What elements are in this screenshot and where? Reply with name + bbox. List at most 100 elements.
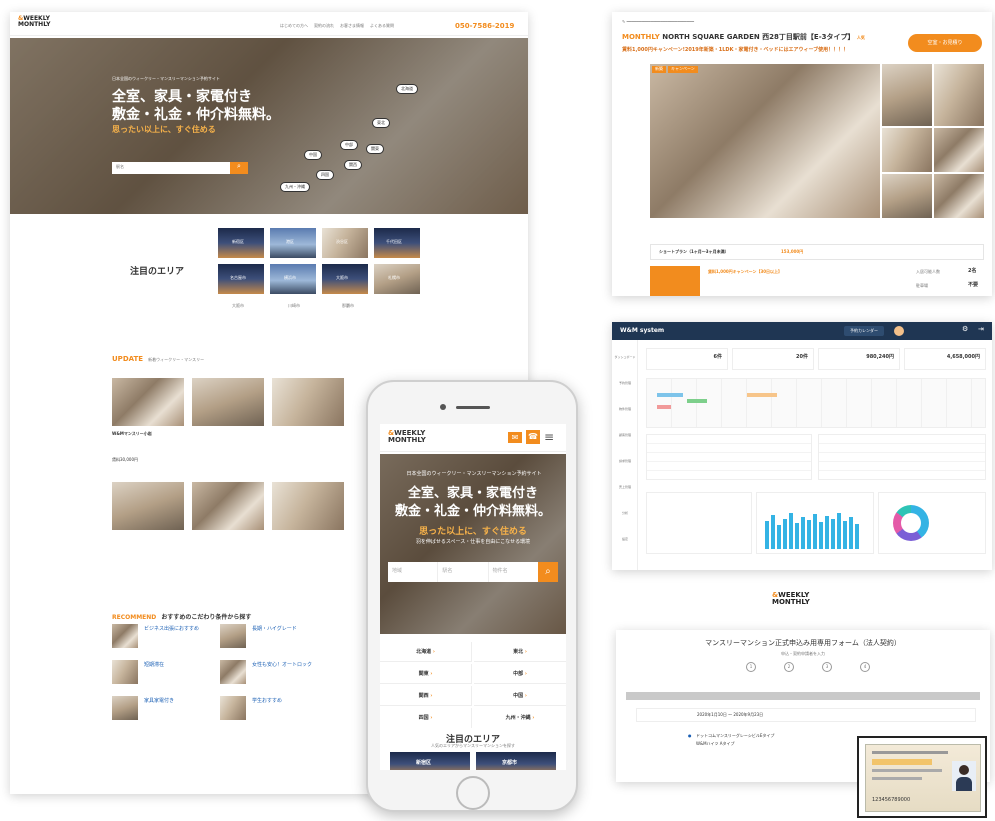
listing-name: W&Mマンスリー小岩 — [112, 431, 152, 436]
listing-card[interactable] — [192, 482, 264, 530]
map-pin-tohoku[interactable]: 東北 — [372, 118, 390, 128]
area-tile[interactable]: 名古屋市 — [218, 264, 264, 294]
phone-icon[interactable]: ☎ — [526, 430, 540, 444]
listing-card[interactable] — [192, 378, 264, 426]
region-button[interactable]: 中国 › — [474, 686, 566, 706]
sidebar-item[interactable]: 顧客管理 — [613, 433, 637, 438]
sidebar-item[interactable]: 請求管理 — [613, 459, 637, 464]
area-tile[interactable]: 横浜市 — [270, 264, 316, 294]
form-title: マンスリーマンション正式申込み用専用フォーム（法人契約） — [705, 639, 901, 647]
form-property-field[interactable]: ● ドットコムマンスリーグレーシビルEタイプ W&Mハイツ Aタイプ — [636, 730, 856, 750]
search-icon[interactable]: ⌕ — [537, 562, 558, 582]
region-button[interactable]: 中部 › — [474, 664, 566, 684]
hero-subline: 思ったい以上に、すぐ住める — [112, 125, 216, 134]
site-logo[interactable]: &WEEKLY MONTHLY — [18, 16, 50, 28]
mobile-hero-sub: 思った以上に、すぐ住める — [419, 527, 527, 537]
area-tile[interactable]: 渋谷区 — [322, 228, 368, 258]
listing-price: 賃料30,000円 — [112, 457, 138, 462]
recommend-grid: ビジネス出張におすすめ 長期・ハイグレード 短期滞在 女性も安心！オートロック … — [112, 624, 372, 734]
region-field[interactable]: 地域 — [388, 562, 439, 582]
form-section-bar — [626, 692, 980, 700]
admin-sidebar: ダッシュボード 予約管理 物件管理 顧客管理 請求管理 売上管理 分析 設定 — [612, 340, 638, 570]
mobile-header: &WEEKLY MONTHLY ✉ ☎ ≡ — [380, 424, 566, 452]
avatar[interactable] — [894, 326, 904, 336]
sidebar-item[interactable]: 分析 — [613, 511, 637, 516]
listing-card[interactable] — [272, 482, 344, 530]
detail-thumb[interactable] — [882, 64, 932, 126]
detail-thumb[interactable] — [934, 64, 984, 126]
sidebar-item[interactable]: ダッシュボード — [613, 355, 637, 360]
sidebar-item[interactable]: 設定 — [613, 537, 637, 542]
nav-item-guide[interactable]: はじめての方へ — [280, 23, 308, 29]
form-step: 1 — [746, 662, 756, 672]
nav-item-faq[interactable]: よくある質問 — [370, 23, 394, 29]
form-step: 4 — [860, 662, 870, 672]
settings-icon[interactable]: ⚙ — [962, 325, 968, 333]
calendar-button[interactable]: 予約カレンダー — [844, 326, 884, 336]
recommend-item[interactable]: 短期滞在 — [144, 662, 164, 668]
form-date-field[interactable]: 2020年1月10日 〜 2020年9月23日 — [636, 708, 976, 722]
area-link[interactable]: 大阪市 — [232, 303, 244, 309]
map-pin-kansai[interactable]: 関西 — [344, 160, 362, 170]
property-field[interactable]: 物件名 — [489, 562, 538, 582]
detail-thumb[interactable] — [882, 174, 932, 218]
map-pin-kanto[interactable]: 関東 — [366, 144, 384, 154]
recommend-item[interactable]: 長期・ハイグレード — [252, 626, 297, 632]
sidebar-item[interactable]: 物件管理 — [613, 407, 637, 412]
nav-item-flow[interactable]: 契約の流れ — [314, 23, 334, 29]
area-link[interactable]: 那覇市 — [342, 303, 354, 309]
menu-icon[interactable]: ≡ — [544, 431, 554, 443]
recommend-item[interactable]: ビジネス出張におすすめ — [144, 626, 199, 632]
detail-thumb[interactable] — [882, 128, 932, 172]
recommend-item[interactable]: 家具家電付き — [144, 698, 174, 704]
mobile-hero-caption: 羽を伸ばせるスペース・仕事を自由にこなせる環境 — [415, 539, 531, 545]
recommend-item[interactable]: 学生おすすめ — [252, 698, 282, 704]
sidebar-item[interactable]: 売上管理 — [613, 485, 637, 490]
admin-dashboard-preview: W&M system 予約カレンダー ⚙ ⇥ ダッシュボード 予約管理 物件管理… — [612, 322, 992, 570]
form-step: 3 — [822, 662, 832, 672]
listing-card[interactable] — [272, 378, 344, 426]
map-pin-chugoku[interactable]: 中国 — [304, 150, 322, 160]
stat-card: 6件 — [646, 348, 728, 370]
hero-search-input[interactable]: 駅名 — [112, 162, 230, 174]
station-field[interactable]: 駅名 — [438, 562, 489, 582]
recommend-item[interactable]: 女性も安心！オートロック — [252, 662, 312, 668]
area-tile[interactable]: 札幌市 — [374, 264, 420, 294]
area-link[interactable]: 川崎市 — [288, 303, 300, 309]
detail-thumb[interactable] — [934, 128, 984, 172]
map-pin-chubu[interactable]: 中部 — [340, 140, 358, 150]
search-icon[interactable]: ⌕ — [230, 162, 248, 174]
phone-camera — [440, 404, 446, 410]
phone-home-button[interactable] — [456, 776, 490, 810]
nav-item-customer[interactable]: お客さま情報 — [340, 23, 364, 29]
mobile-area-tile[interactable]: 京都市 — [476, 752, 556, 770]
region-button[interactable]: 北海道 › — [380, 642, 472, 662]
area-tile[interactable]: 港区 — [270, 228, 316, 258]
campaign-block — [650, 266, 700, 296]
region-button[interactable]: 関東 › — [380, 664, 472, 684]
admin-brand: W&M system — [620, 327, 665, 334]
region-button[interactable]: 四国 › — [380, 708, 472, 728]
region-button[interactable]: 関西 › — [380, 686, 472, 706]
listing-card[interactable] — [112, 482, 184, 530]
mobile-area-tile[interactable]: 新宿区 — [390, 752, 470, 770]
map-pin-hokkaido[interactable]: 北海道 — [396, 84, 418, 94]
estimate-button[interactable]: 空室・お見積り — [908, 34, 982, 52]
detail-thumb[interactable] — [934, 174, 984, 218]
logout-icon[interactable]: ⇥ — [978, 325, 984, 333]
sidebar-item[interactable]: 予約管理 — [613, 381, 637, 386]
listing-card[interactable] — [112, 378, 184, 426]
region-grid: 北海道 › 東北 › 関東 › 中部 › 関西 › 中国 › 四国 › 九州・沖… — [380, 642, 566, 728]
phone-number[interactable]: 050-7586-2019 — [455, 22, 514, 30]
map-pin-kyushu[interactable]: 九州・沖縄 — [280, 182, 310, 192]
region-button[interactable]: 東北 › — [474, 642, 566, 662]
area-tile[interactable]: 新宿区 — [218, 228, 264, 258]
mail-icon[interactable]: ✉ — [508, 432, 522, 443]
detail-title: MONTHLY NORTH SQUARE GARDEN 西28丁目駅前【E-3タ… — [622, 33, 865, 41]
region-button[interactable]: 九州・沖縄 › — [474, 708, 566, 728]
mobile-logo[interactable]: &WEEKLY MONTHLY — [388, 430, 426, 444]
area-tile[interactable]: 大阪市 — [322, 264, 368, 294]
license-number: 123456789000 — [872, 797, 911, 803]
area-tile[interactable]: 千代田区 — [374, 228, 420, 258]
map-pin-shikoku[interactable]: 四国 — [316, 170, 334, 180]
